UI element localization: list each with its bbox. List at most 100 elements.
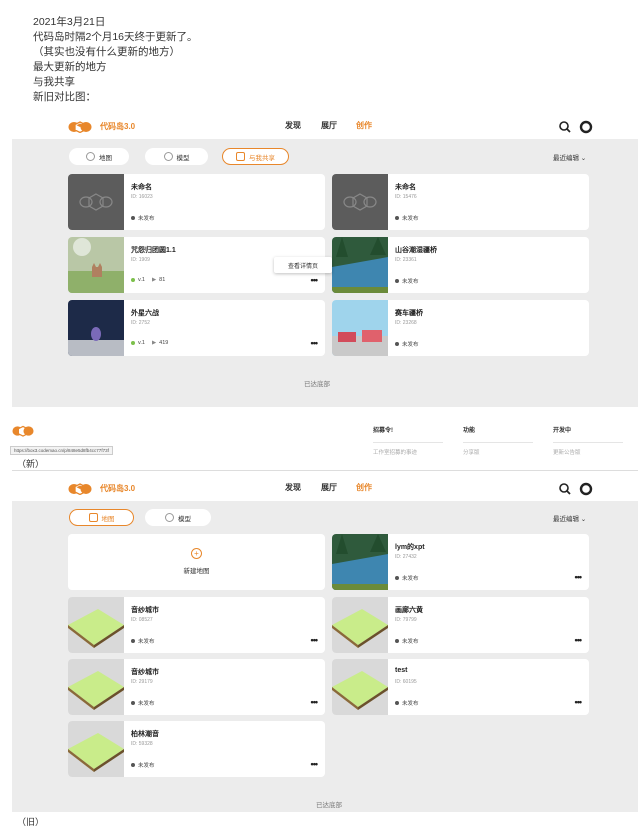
project-card[interactable]: test ID: 60195 未发布 ••• bbox=[332, 659, 589, 715]
card-status: 未发布 bbox=[395, 340, 419, 348]
old-label: （旧） bbox=[17, 817, 45, 827]
card-id: ID: 29179 bbox=[131, 679, 153, 685]
project-card[interactable]: 未命名 ID: 16023 未发布 bbox=[68, 174, 325, 230]
footer-col-recruit[interactable]: 招募令! bbox=[373, 425, 393, 434]
card-id: ID: 23361 bbox=[395, 257, 417, 263]
card-title: 山谷潮湿疆桥 bbox=[395, 247, 437, 254]
status-text: 未发布 bbox=[402, 216, 419, 222]
tab-model-label: 模型 bbox=[178, 515, 191, 523]
status-text: 未发布 bbox=[138, 216, 155, 222]
play-count: 419 bbox=[159, 340, 169, 346]
card-title: lym的xpt bbox=[395, 544, 425, 551]
share-icon bbox=[236, 152, 245, 161]
tab-model[interactable]: 模型 bbox=[145, 509, 211, 526]
space-scene-thumbnail bbox=[68, 300, 124, 356]
separator bbox=[12, 470, 638, 471]
user-avatar-icon[interactable] bbox=[579, 482, 593, 496]
intro-line: 与我共享 bbox=[33, 76, 75, 88]
nav-create[interactable]: 创作 bbox=[356, 120, 372, 131]
cars-scene-thumbnail bbox=[332, 300, 388, 356]
new-map-button[interactable]: + 新建地图 bbox=[68, 534, 325, 590]
version-text: v.1 bbox=[138, 340, 145, 346]
card-status: 未发布 bbox=[131, 761, 155, 769]
view-details-menu-item[interactable]: 查看详情页 bbox=[274, 257, 332, 273]
project-card[interactable]: 外星六战 ID: 2752 v.1 ▶ 419 ••• bbox=[68, 300, 325, 356]
more-options-button[interactable]: ••• bbox=[311, 338, 319, 348]
published-dot bbox=[131, 278, 135, 282]
user-avatar-icon[interactable] bbox=[579, 120, 593, 134]
project-card[interactable]: 音纱城市 ID: 08527 未发布 ••• bbox=[68, 597, 325, 653]
more-options-button[interactable]: ••• bbox=[575, 697, 583, 707]
intro-line: 最大更新的地方 bbox=[33, 61, 107, 73]
project-card[interactable]: 山谷潮湿疆桥 ID: 23361 未发布 bbox=[332, 237, 589, 293]
card-id: ID: 60195 bbox=[395, 679, 417, 685]
sort-dropdown[interactable]: 最近编辑 ⌄ bbox=[553, 513, 586, 523]
plus-icon: + bbox=[191, 548, 202, 559]
tab-map[interactable]: 地图 bbox=[69, 148, 129, 165]
nav-gallery[interactable]: 展厅 bbox=[321, 482, 337, 493]
footer-logo-icon bbox=[12, 425, 34, 437]
project-card[interactable]: 音纱城市 ID: 29179 未发布 ••• bbox=[68, 659, 325, 715]
sort-dropdown[interactable]: 最近编辑 ⌄ bbox=[553, 152, 586, 162]
card-title: 音纱城市 bbox=[131, 669, 159, 676]
project-card[interactable]: 未命名 ID: 15476 未发布 bbox=[332, 174, 589, 230]
tab-shared-with-me[interactable]: 与我共享 bbox=[222, 148, 289, 165]
project-card[interactable]: 柏林潮音 ID: 59328 未发布 ••• bbox=[68, 721, 325, 777]
project-card[interactable]: 赛车疆桥 ID: 23268 未发布 bbox=[332, 300, 589, 356]
footer-divider bbox=[463, 442, 533, 443]
project-card[interactable]: 画廊六黄 ID: 79799 未发布 ••• bbox=[332, 597, 589, 653]
footer-divider bbox=[373, 442, 443, 443]
brand-title[interactable]: 代码岛3.0 bbox=[100, 483, 135, 494]
cat-scene-thumbnail bbox=[68, 237, 124, 293]
nav-discover[interactable]: 发现 bbox=[285, 482, 301, 493]
brand-title[interactable]: 代码岛3.0 bbox=[100, 121, 135, 132]
tab-shared-label: 与我共享 bbox=[249, 154, 275, 162]
more-options-button[interactable]: ••• bbox=[575, 635, 583, 645]
status-dot bbox=[395, 216, 399, 220]
intro-line: 代码岛时隔2个月16天终于更新了。 bbox=[33, 31, 198, 43]
footer-col-dev[interactable]: 开发中 bbox=[553, 425, 571, 434]
placeholder-thumbnail bbox=[68, 174, 124, 230]
status-dot bbox=[395, 639, 399, 643]
tab-model-label: 模型 bbox=[176, 154, 190, 162]
model-icon bbox=[165, 513, 174, 522]
more-options-button[interactable]: ••• bbox=[575, 572, 583, 582]
more-options-button[interactable]: ••• bbox=[311, 635, 319, 645]
status-dot bbox=[131, 639, 135, 643]
play-icon: ▶ bbox=[151, 340, 157, 346]
nav-create[interactable]: 创作 bbox=[356, 482, 372, 493]
nav-discover[interactable]: 发现 bbox=[285, 120, 301, 131]
status-text: 未发布 bbox=[402, 701, 419, 707]
tab-model[interactable]: 模型 bbox=[145, 148, 208, 165]
card-id: ID: 27432 bbox=[395, 554, 417, 560]
intro-line: 2021年3月21日 bbox=[33, 16, 106, 28]
nav-gallery[interactable]: 展厅 bbox=[321, 120, 337, 131]
project-card[interactable]: lym的xpt ID: 27432 未发布 ••• bbox=[332, 534, 589, 590]
card-id: ID: 79799 bbox=[395, 617, 417, 623]
search-icon[interactable] bbox=[558, 120, 572, 134]
more-options-button[interactable]: ••• bbox=[311, 697, 319, 707]
new-map-label: 新建地图 bbox=[183, 568, 210, 575]
more-options-button[interactable]: ••• bbox=[311, 759, 319, 769]
card-title: 画廊六黄 bbox=[395, 607, 423, 614]
status-dot bbox=[131, 701, 135, 705]
map-icon bbox=[88, 513, 98, 522]
footer-link[interactable]: 更新公告版 bbox=[553, 448, 581, 456]
intro-text: 2021年3月21日 代码岛时隔2个月16天终于更新了。 （其实也没有什么更新的… bbox=[33, 15, 198, 105]
footer-col-features[interactable]: 功能 bbox=[463, 425, 475, 434]
status-url-bar: https://box3.codemao.cn/p/848e5d8fb4cc77… bbox=[10, 446, 113, 455]
more-options-button[interactable]: ••• bbox=[311, 275, 319, 285]
status-dot bbox=[131, 216, 135, 220]
status-text: 未发布 bbox=[138, 763, 155, 769]
plane-thumbnail bbox=[68, 721, 124, 777]
play-icon: ▶ bbox=[151, 277, 157, 283]
tab-map[interactable]: 地图 bbox=[69, 509, 134, 526]
search-icon[interactable] bbox=[558, 482, 572, 496]
end-of-list-text: 已达底部 bbox=[304, 381, 330, 388]
status-dot bbox=[395, 279, 399, 283]
placeholder-thumbnail bbox=[332, 174, 388, 230]
footer-link[interactable]: 工作室招募的事迹 bbox=[373, 448, 417, 456]
plane-thumbnail bbox=[332, 659, 388, 715]
footer-link[interactable]: 分享版 bbox=[463, 448, 480, 456]
status-dot bbox=[395, 701, 399, 705]
